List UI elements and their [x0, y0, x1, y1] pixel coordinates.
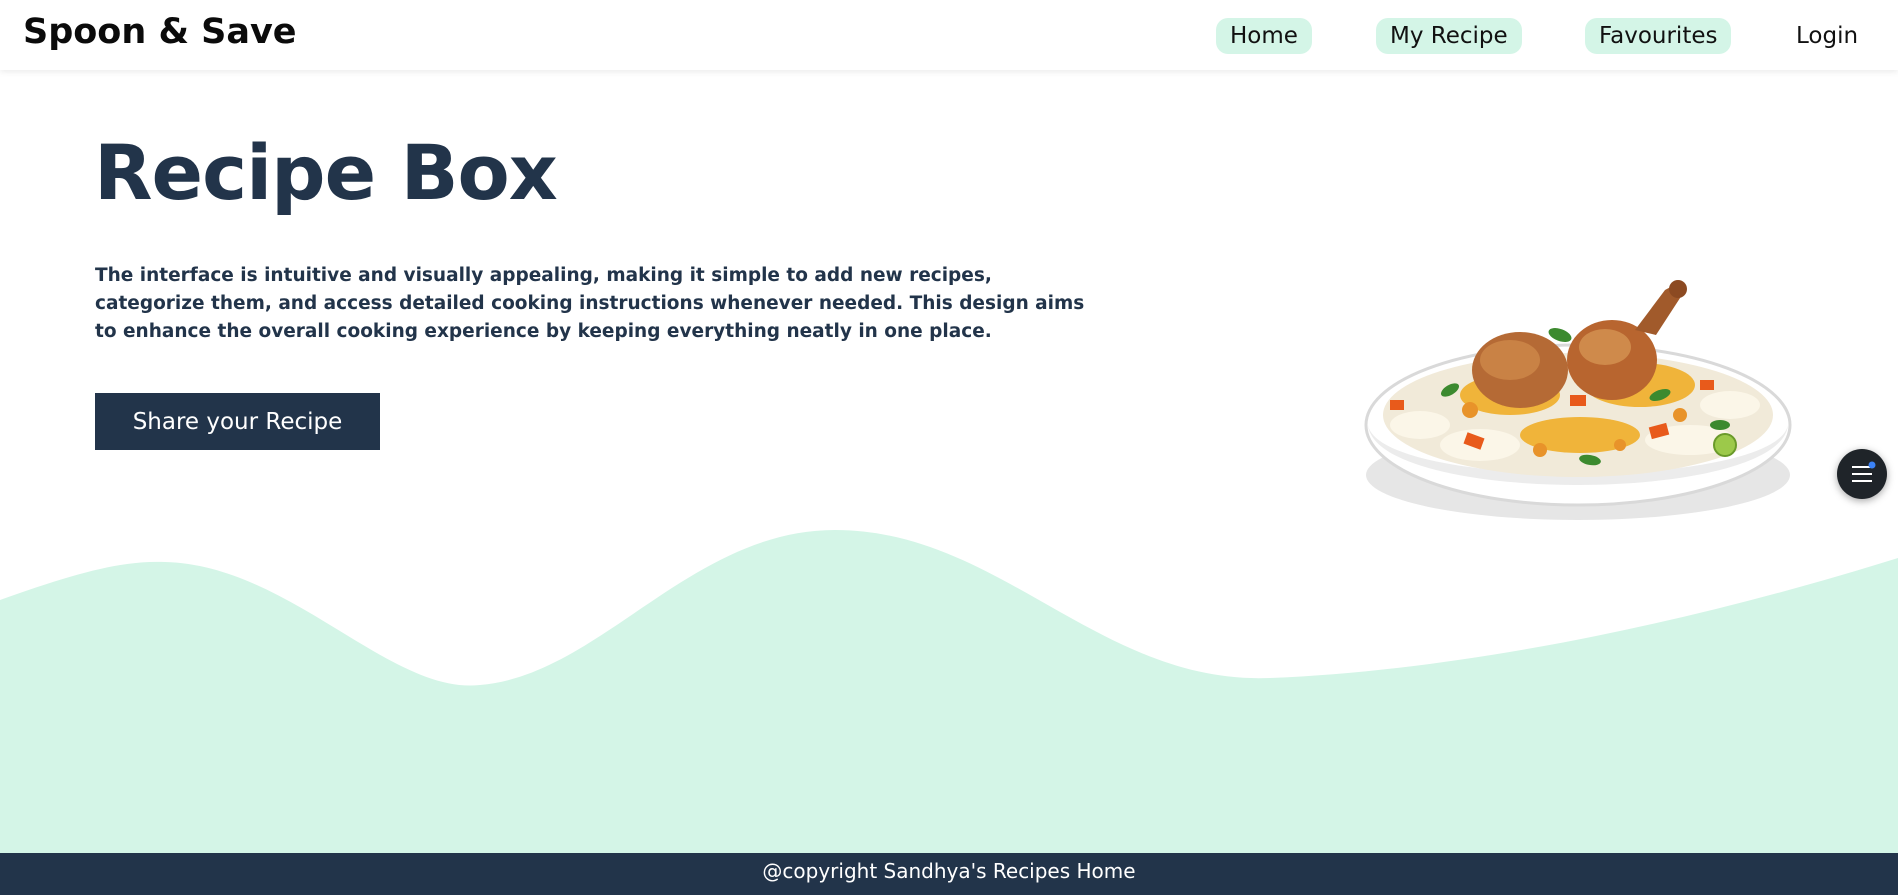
hero-description: The interface is intuitive and visually …	[95, 265, 1085, 342]
footer-copyright: @copyright Sandhya's Recipes Home	[0, 853, 1898, 895]
nav-login-link[interactable]: Login	[1782, 18, 1872, 54]
brand-logo[interactable]: Spoon & Save	[23, 12, 297, 52]
share-recipe-button[interactable]: Share your Recipe	[95, 393, 380, 450]
biryani-dish-image	[1364, 280, 1792, 520]
navbar: Spoon & Save Home My Recipe Favourites L…	[0, 0, 1898, 70]
menu-icon	[1852, 461, 1876, 482]
nav-my-recipe-link[interactable]: My Recipe	[1376, 18, 1522, 54]
nav-favourites-link[interactable]: Favourites	[1585, 18, 1732, 54]
nav-home-link[interactable]: Home	[1216, 18, 1312, 54]
floating-menu-button[interactable]	[1837, 449, 1887, 499]
wave-background	[0, 530, 1898, 855]
page-title: Recipe Box	[94, 128, 558, 217]
page: Spoon & Save Home My Recipe Favourites L…	[0, 0, 1898, 895]
